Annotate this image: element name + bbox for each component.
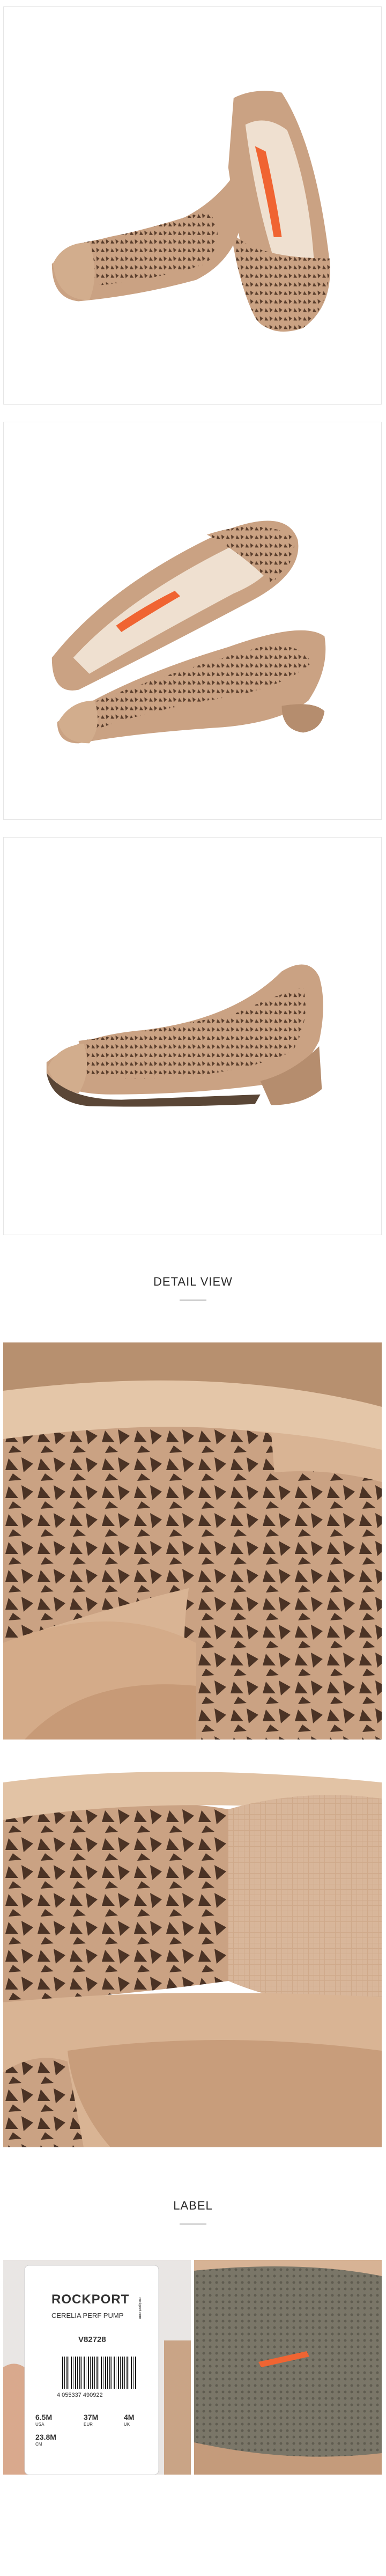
product-photo-side-single [3, 837, 382, 1235]
tag-size-us: 6.5M [35, 2413, 53, 2421]
tag-side-text: rockport.com [138, 2298, 142, 2320]
tag-size-uk-unit: UK [124, 2422, 130, 2427]
label-photo-tag: ROCKPORT CERELIA PERF PUMP V82728 4 0553… [3, 2260, 191, 2475]
tag-size-eu: 37M [84, 2413, 99, 2421]
section-divider [180, 1300, 206, 1301]
tag-style-code: V82728 [78, 2335, 106, 2344]
heel-closeup-illustration [3, 1750, 382, 2147]
section-divider [180, 2223, 206, 2225]
tag-brand: ROCKPORT [51, 2292, 130, 2307]
shoe-pair-illustration [51, 91, 330, 332]
product-photo-top-pair [3, 422, 382, 820]
label-photo-outsole [194, 2260, 382, 2475]
product-photo-angled-pair [3, 6, 382, 405]
section-title-detail-view: DETAIL VIEW [153, 1275, 233, 1288]
tag-size-cm-unit: CM [35, 2442, 42, 2447]
tag-size-us-unit: USA [35, 2422, 44, 2427]
shoe-side-illustration [46, 964, 323, 1107]
section-title-label: LABEL [173, 2199, 213, 2212]
shoe-pair-top-illustration [51, 520, 326, 744]
detail-photo-toe-closeup [3, 1342, 382, 1740]
tag-size-eu-unit: EUR [84, 2422, 93, 2427]
tag-size-uk: 4M [124, 2413, 135, 2421]
detail-photo-heel-closeup [3, 1750, 382, 2147]
barcode [62, 2357, 137, 2389]
toe-closeup-illustration [3, 1342, 382, 1740]
tag-barcode-number: 4 055337 490922 [57, 2392, 103, 2398]
outsole-illustration [194, 2260, 382, 2475]
tag-product-name: CERELIA PERF PUMP [51, 2311, 124, 2320]
tag-size-cm: 23.8M [35, 2433, 56, 2441]
